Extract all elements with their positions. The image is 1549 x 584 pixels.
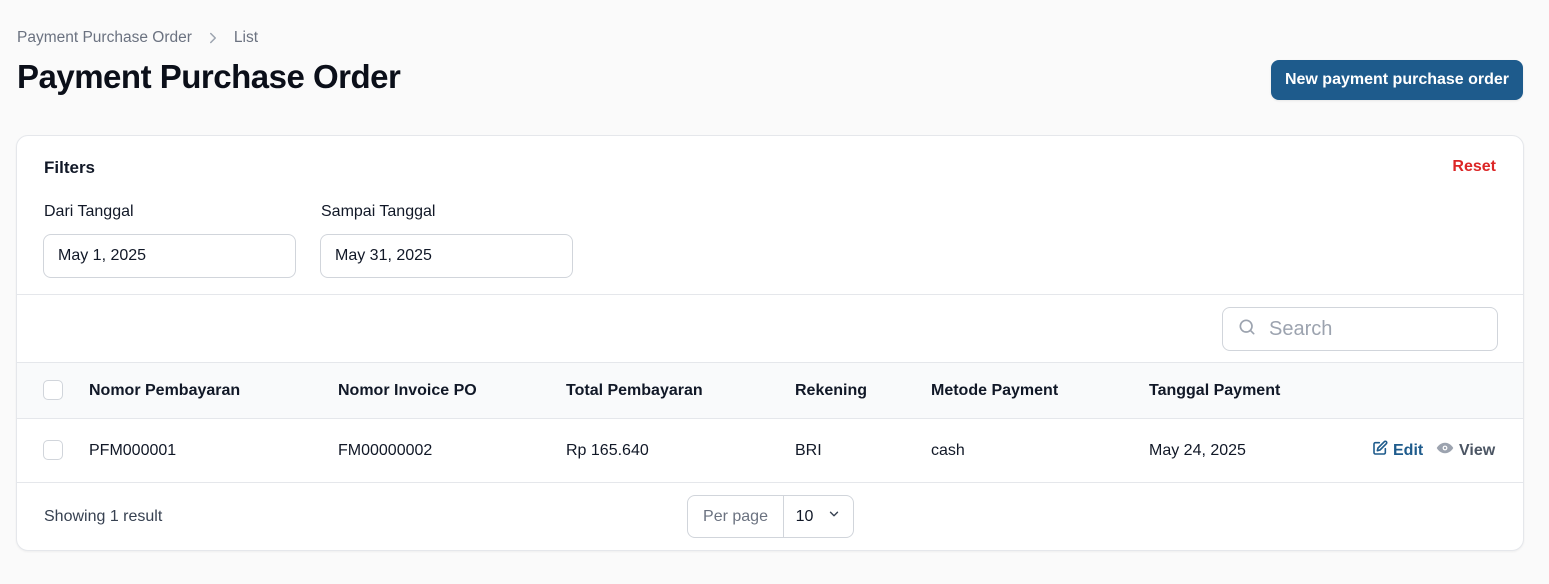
- chevron-right-icon: [204, 29, 222, 47]
- cell-nomor-invoice-po: FM00000002: [338, 441, 433, 459]
- row-select-checkbox[interactable]: [43, 440, 63, 460]
- chevron-down-icon: [827, 507, 841, 526]
- eye-icon: [1436, 441, 1454, 460]
- search-input[interactable]: [1267, 316, 1467, 342]
- row-divider: [17, 482, 1523, 483]
- from-date-input[interactable]: May 1, 2025: [43, 234, 296, 278]
- search-box[interactable]: [1222, 307, 1498, 351]
- cell-nomor-pembayaran: PFM000001: [89, 441, 177, 459]
- page-title: Payment Purchase Order: [17, 58, 401, 95]
- column-header-total-pembayaran[interactable]: Total Pembayaran: [566, 363, 703, 418]
- cell-metode-payment: cash: [931, 441, 965, 459]
- breadcrumb-item-payment-purchase-order[interactable]: Payment Purchase Order: [17, 29, 192, 47]
- table-card: Filters Reset Dari Tanggal May 1, 2025 S…: [16, 135, 1524, 551]
- edit-action[interactable]: Edit: [1372, 419, 1423, 482]
- per-page-control: Per page 10: [687, 495, 854, 538]
- per-page-label: Per page: [688, 496, 784, 537]
- table-row[interactable]: PFM000001 FM00000002 Rp 165.640 BRI cash…: [17, 419, 1523, 482]
- from-date-value: May 1, 2025: [58, 247, 147, 264]
- to-date-input[interactable]: May 31, 2025: [320, 234, 573, 278]
- reset-filters-link[interactable]: Reset: [1452, 158, 1496, 176]
- select-all-checkbox[interactable]: [43, 380, 63, 400]
- edit-icon: [1372, 440, 1388, 461]
- cell-tanggal-payment: May 24, 2025: [1149, 441, 1246, 459]
- filters-divider: [17, 294, 1523, 295]
- to-date-label: Sampai Tanggal: [321, 203, 436, 220]
- from-date-label: Dari Tanggal: [44, 203, 134, 220]
- per-page-value: 10: [795, 507, 814, 525]
- column-header-rekening[interactable]: Rekening: [795, 363, 867, 418]
- cell-total-pembayaran: Rp 165.640: [566, 441, 649, 459]
- new-payment-purchase-order-button[interactable]: New payment purchase order: [1271, 60, 1523, 100]
- search-icon: [1237, 317, 1257, 342]
- column-header-nomor-invoice-po[interactable]: Nomor Invoice PO: [338, 363, 477, 418]
- to-date-value: May 31, 2025: [335, 247, 432, 264]
- column-header-nomor-pembayaran[interactable]: Nomor Pembayaran: [89, 363, 240, 418]
- column-header-metode-payment[interactable]: Metode Payment: [931, 363, 1058, 418]
- view-action[interactable]: View: [1436, 419, 1495, 482]
- cell-rekening: BRI: [795, 441, 822, 459]
- filters-title: Filters: [44, 158, 96, 177]
- column-header-tanggal-payment[interactable]: Tanggal Payment: [1149, 363, 1280, 418]
- per-page-select[interactable]: 10: [784, 496, 853, 537]
- results-count: Showing 1 result: [44, 508, 163, 525]
- table-header: Nomor Pembayaran Nomor Invoice PO Total …: [17, 363, 1523, 418]
- breadcrumb: Payment Purchase Order List: [17, 29, 258, 47]
- breadcrumb-item-list: List: [233, 29, 259, 46]
- view-label: View: [1459, 441, 1496, 459]
- edit-label: Edit: [1393, 441, 1424, 459]
